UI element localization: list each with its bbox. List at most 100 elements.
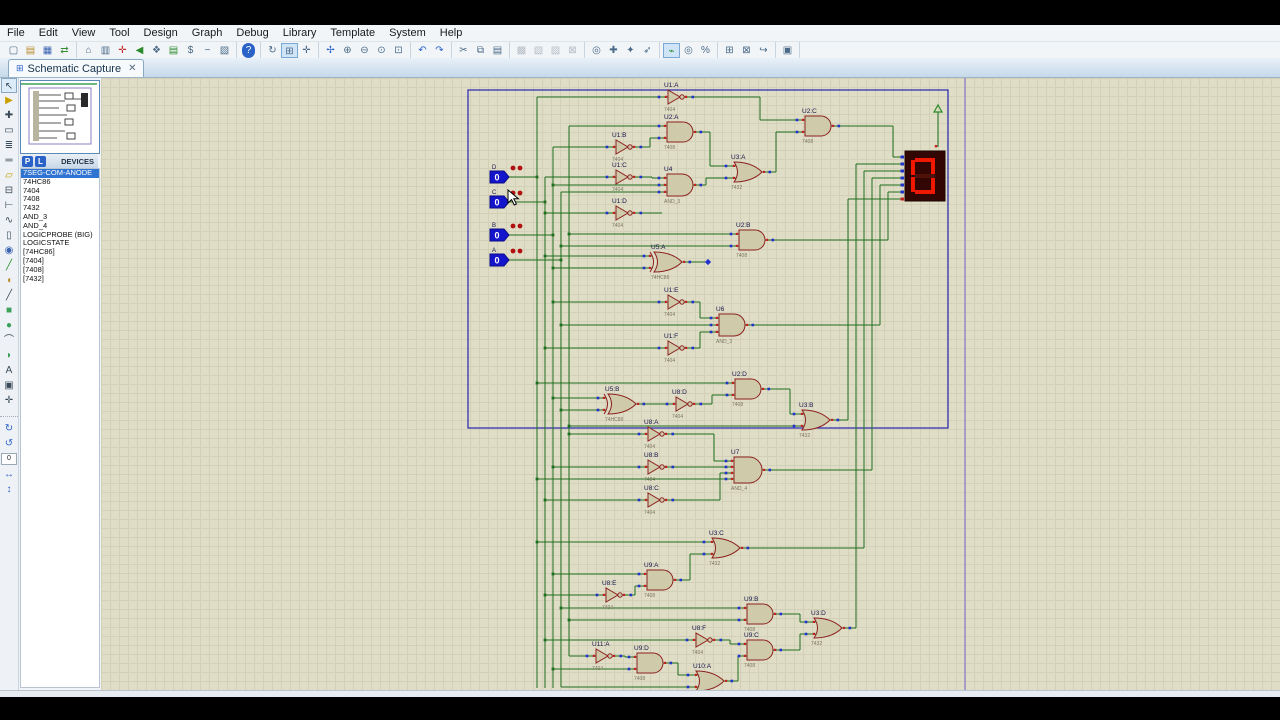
menu-view[interactable]: View [65, 26, 103, 40]
menu-help[interactable]: Help [433, 26, 470, 40]
cut-icon[interactable]: ✂ [455, 43, 472, 58]
zoom-all-icon[interactable]: ⊙ [373, 43, 390, 58]
home-icon[interactable]: ⌂ [80, 43, 97, 58]
center-at-cursor-icon[interactable]: ✛ [114, 43, 131, 58]
gate-u1-e[interactable]: U1:E 7404 [657, 287, 695, 318]
design-explorer-icon[interactable]: ❖ [148, 43, 165, 58]
gate-u8-b[interactable]: U8:B 7404 [637, 452, 675, 483]
gate-u1-a[interactable]: U1:A 7404 [657, 82, 695, 113]
schematic-canvas[interactable]: U1:A 7404 U2:A 7408 U1:B 7404 U1:C 7404 U4 AND_3 U… [101, 78, 1280, 700]
gate-u6[interactable]: U6 AND_3 [709, 306, 755, 345]
power-terminal-icon[interactable] [932, 103, 944, 113]
gate-body[interactable] [646, 569, 674, 591]
gate-u10-a[interactable]: U10:A7432 [686, 663, 734, 700]
flip-vertical-icon[interactable]: ↕ [1, 482, 17, 497]
new-root-sheet-icon[interactable]: ⊞ [721, 43, 738, 58]
menu-design[interactable]: Design [137, 26, 185, 40]
gate-body[interactable] [666, 173, 694, 197]
gate-u9-c[interactable]: U9:C 7408 [737, 632, 783, 669]
component-mode-icon[interactable]: ▶ [1, 93, 17, 108]
import-export-icon[interactable]: ⇄ [56, 43, 73, 58]
gate-body[interactable] [711, 537, 741, 559]
origin-icon[interactable]: ✛ [298, 43, 315, 58]
gate-body[interactable] [595, 648, 609, 664]
gate-u9-d[interactable]: U9:D 7408 [627, 645, 673, 682]
rotation-angle-field[interactable]: 0 [1, 453, 17, 465]
logicstate-input-a[interactable]: 0A [489, 248, 523, 267]
gate-u5-a[interactable]: U5:A 74HC86 [642, 244, 692, 281]
undo-icon[interactable]: ↶ [414, 43, 431, 58]
wire-autorouter-icon[interactable]: ⌁ [663, 42, 680, 58]
gate-body[interactable] [667, 89, 681, 105]
help-icon[interactable]: ? [242, 42, 255, 58]
gate-u2-c[interactable]: U2:C 7408 [795, 108, 841, 145]
gate-u1-c[interactable]: U1:C 7404 [605, 162, 643, 193]
2d-text-icon[interactable]: A [1, 363, 17, 378]
flip-horizontal-icon[interactable]: ↔ [1, 467, 17, 482]
gate-body[interactable] [738, 229, 766, 251]
gate-u1-b[interactable]: U1:B7404 [605, 132, 643, 163]
gate-body[interactable] [615, 139, 629, 155]
gate-u3-d[interactable]: U3:D 7432 [804, 610, 852, 647]
gate-u9-b[interactable]: U9:B7408 [737, 596, 783, 633]
menu-edit[interactable]: Edit [32, 26, 65, 40]
gate-u8-a[interactable]: U8:A 7404 [637, 419, 675, 450]
gate-body[interactable] [667, 294, 681, 310]
terminal-mode-icon[interactable]: ⊟ [1, 183, 17, 198]
remove-sheet-icon[interactable]: ⊠ [738, 43, 755, 58]
open-file-icon[interactable]: ▤ [22, 43, 39, 58]
device-item--7432-[interactable]: [7432] [21, 274, 99, 284]
gate-u11-a[interactable]: U11:A 7404 [585, 641, 623, 672]
gate-body[interactable] [813, 617, 843, 639]
gate-u3-b[interactable]: U3:B 7432 [792, 402, 840, 439]
netlist-icon[interactable]: ▧ [216, 43, 233, 58]
gate-u2-b[interactable]: U2:B 7408 [729, 222, 775, 259]
selection-tool-icon[interactable]: ↖ [1, 78, 17, 93]
menu-library[interactable]: Library [276, 26, 324, 40]
menu-template[interactable]: Template [323, 26, 382, 40]
gate-body[interactable] [647, 459, 661, 475]
copy-icon[interactable]: ⧉ [472, 43, 489, 58]
menu-debug[interactable]: Debug [229, 26, 275, 40]
zoom-out-icon[interactable]: ⊖ [356, 43, 373, 58]
gate-body[interactable] [746, 603, 774, 625]
gate-body[interactable] [734, 378, 762, 400]
subcircuit-mode-icon[interactable]: ▱ [1, 168, 17, 183]
gate-u8-f[interactable]: U8:F 7404 [685, 625, 723, 656]
rotate-anticlockwise-icon[interactable]: ↺ [1, 436, 17, 451]
gate-u2-a[interactable]: U2:A 7408 [657, 114, 703, 151]
gate-body[interactable] [605, 587, 619, 603]
gate-body[interactable] [695, 670, 725, 692]
gate-body[interactable] [615, 205, 629, 221]
zoom-area-icon[interactable]: ⊡ [390, 43, 407, 58]
property-assignment-icon[interactable]: % [697, 43, 714, 58]
gate-body[interactable] [733, 161, 763, 183]
gate-u5-b[interactable]: U5:B 74HC86 [596, 386, 646, 423]
wire-label-mode-icon[interactable]: ▭ [1, 123, 17, 138]
2d-symbol-icon[interactable]: ▣ [1, 378, 17, 393]
sheet-list-icon[interactable]: ▥ [97, 43, 114, 58]
gate-body[interactable] [636, 652, 664, 674]
2d-line-icon[interactable]: ╱ [1, 288, 17, 303]
library-manager-button[interactable]: L [35, 155, 46, 167]
2d-box-icon[interactable]: ■ [1, 303, 17, 318]
gate-body[interactable] [653, 251, 683, 273]
zoom-in-icon[interactable]: ⊕ [339, 43, 356, 58]
gate-body[interactable] [746, 639, 774, 661]
gate-u8-e[interactable]: U8:E 7404 [595, 580, 633, 611]
gate-body[interactable] [801, 409, 831, 431]
pick-parts-icon[interactable]: ◎ [588, 43, 605, 58]
rotate-clockwise-icon[interactable]: ↻ [1, 421, 17, 436]
gate-u3-c[interactable]: U3:C 7432 [702, 530, 750, 567]
pan-icon[interactable]: ✢ [322, 43, 339, 58]
decompose-icon[interactable]: ➶ [639, 43, 656, 58]
menu-graph[interactable]: Graph [185, 26, 230, 40]
text-script-mode-icon[interactable]: ≣ [1, 138, 17, 153]
menu-tool[interactable]: Tool [102, 26, 136, 40]
device-pin-mode-icon[interactable]: ⊢ [1, 198, 17, 213]
goto-sheet-icon[interactable]: ↪ [755, 43, 772, 58]
new-file-icon[interactable]: ▢ [5, 43, 22, 58]
bus-mode-icon[interactable]: ═ [1, 153, 17, 168]
save-file-icon[interactable]: ▦ [39, 43, 56, 58]
gate-body[interactable] [666, 121, 694, 143]
